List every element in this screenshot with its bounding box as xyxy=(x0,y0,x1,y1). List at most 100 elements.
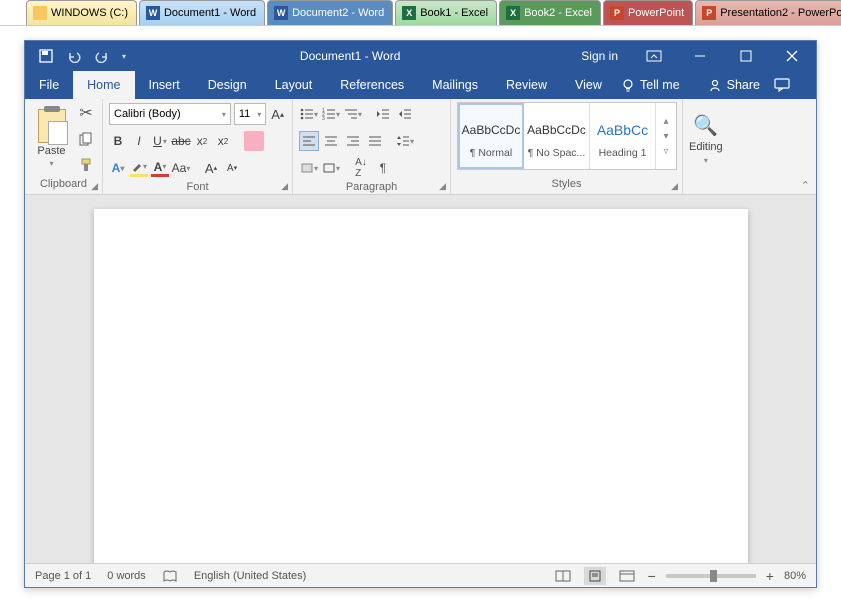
cut-button[interactable]: ✂ xyxy=(76,103,96,123)
sign-in-button[interactable]: Sign in xyxy=(569,49,630,63)
tab-book2[interactable]: XBook2 - Excel xyxy=(499,0,601,25)
editing-button[interactable]: 🔍 Editing ▾ xyxy=(689,102,723,175)
align-center-button[interactable] xyxy=(321,131,341,151)
zoom-in-button[interactable]: + xyxy=(766,568,774,584)
styles-scroll-up[interactable]: ▴ xyxy=(663,114,668,129)
print-layout-button[interactable] xyxy=(584,567,606,585)
redo-button[interactable] xyxy=(89,44,115,68)
powerpoint-icon: P xyxy=(702,6,716,20)
tab-presentation2[interactable]: PPresentation2 - PowerPoint xyxy=(695,0,841,25)
align-right-button[interactable] xyxy=(343,131,363,151)
language-button[interactable]: English (United States) xyxy=(194,570,307,582)
change-case-button[interactable]: Aa▾ xyxy=(172,159,190,177)
tab-explorer[interactable]: WINDOWS (C:) xyxy=(26,0,137,25)
font-size-dropdown[interactable]: 11▾ xyxy=(234,103,266,125)
tab-design[interactable]: Design xyxy=(194,71,261,99)
multilevel-list-button[interactable]: ▾ xyxy=(343,104,363,124)
zoom-slider-thumb[interactable] xyxy=(710,570,717,582)
line-spacing-button[interactable]: ▾ xyxy=(395,131,415,151)
ribbon-display-button[interactable] xyxy=(632,41,676,71)
tab-references[interactable]: References xyxy=(326,71,418,99)
highlight-button[interactable]: ▾ xyxy=(130,159,148,177)
close-button[interactable] xyxy=(770,41,814,71)
clear-formatting-button[interactable] xyxy=(244,131,264,151)
bold-button[interactable]: B xyxy=(109,132,127,150)
zoom-slider[interactable] xyxy=(666,574,756,578)
quick-access-toolbar: ▾ xyxy=(25,44,131,68)
document-area[interactable] xyxy=(25,195,816,563)
tab-document2[interactable]: WDocument2 - Word xyxy=(267,0,393,25)
zoom-out-button[interactable]: − xyxy=(648,568,656,584)
superscript-button[interactable]: x2 xyxy=(214,132,232,150)
decrease-indent-button[interactable] xyxy=(373,104,393,124)
scissors-icon: ✂ xyxy=(79,103,92,123)
zoom-level[interactable]: 80% xyxy=(784,570,806,582)
shrink-font-button2[interactable]: A▾ xyxy=(223,159,241,177)
word-count[interactable]: 0 words xyxy=(107,570,146,582)
save-button[interactable] xyxy=(33,44,59,68)
tab-file[interactable]: File xyxy=(25,71,73,99)
page-count[interactable]: Page 1 of 1 xyxy=(35,570,91,582)
align-left-button[interactable] xyxy=(299,131,319,151)
borders-button[interactable]: ▾ xyxy=(321,158,341,178)
increase-indent-button[interactable] xyxy=(395,104,415,124)
strikethrough-button[interactable]: abc xyxy=(172,132,190,150)
group-paragraph: ▾ 123▾ ▾ ▾ ▾ ▾ xyxy=(293,99,451,194)
copy-icon xyxy=(79,132,93,146)
underline-button[interactable]: U▾ xyxy=(151,132,169,150)
format-painter-button[interactable] xyxy=(76,155,96,175)
numbering-button[interactable]: 123▾ xyxy=(321,104,341,124)
styles-dialog-launcher[interactable]: ◢ xyxy=(671,181,678,192)
tab-insert[interactable]: Insert xyxy=(135,71,194,99)
bullets-button[interactable]: ▾ xyxy=(299,104,319,124)
undo-button[interactable] xyxy=(61,44,87,68)
tab-review[interactable]: Review xyxy=(492,71,561,99)
tab-view[interactable]: View xyxy=(561,71,616,99)
excel-icon: X xyxy=(402,6,416,20)
clipboard-dialog-launcher[interactable]: ◢ xyxy=(91,181,98,192)
group-editing: 🔍 Editing ▾ xyxy=(683,99,739,194)
title-bar: ▾ Document1 - Word Sign in xyxy=(25,41,816,71)
document-page[interactable] xyxy=(94,209,748,563)
minimize-button[interactable] xyxy=(678,41,722,71)
comments-icon[interactable] xyxy=(774,78,800,92)
tab-book1[interactable]: XBook1 - Excel xyxy=(395,0,497,25)
italic-button[interactable]: I xyxy=(130,132,148,150)
qat-more-button[interactable]: ▾ xyxy=(117,44,131,68)
share-button[interactable]: Share xyxy=(698,78,770,92)
proofing-button[interactable] xyxy=(162,569,178,583)
font-color-button[interactable]: A▾ xyxy=(151,159,169,177)
styles-scroll-down[interactable]: ▾ xyxy=(663,129,668,144)
font-dialog-launcher[interactable]: ◢ xyxy=(281,181,288,192)
font-name-dropdown[interactable]: Calibri (Body)▾ xyxy=(109,103,231,125)
tab-document1[interactable]: WDocument1 - Word xyxy=(139,0,265,25)
style-heading1[interactable]: AaBbCcHeading 1 xyxy=(590,103,656,169)
word-window: ▾ Document1 - Word Sign in File Home Ins… xyxy=(24,40,817,588)
style-no-spacing[interactable]: AaBbCcDc¶ No Spac... xyxy=(524,103,590,169)
web-layout-button[interactable] xyxy=(616,567,638,585)
tab-layout[interactable]: Layout xyxy=(261,71,327,99)
paste-button[interactable]: Paste ▾ xyxy=(31,102,72,175)
tab-powerpoint[interactable]: PPowerPoint xyxy=(603,0,693,25)
copy-button[interactable] xyxy=(76,129,96,149)
styles-expand[interactable]: ▿ xyxy=(663,144,668,159)
word-icon: W xyxy=(274,6,288,20)
tab-mailings[interactable]: Mailings xyxy=(418,71,492,99)
paragraph-dialog-launcher[interactable]: ◢ xyxy=(439,181,446,192)
read-mode-button[interactable] xyxy=(552,567,574,585)
shading-button[interactable]: ▾ xyxy=(299,158,319,178)
sort-button[interactable]: A↓Z xyxy=(351,158,371,178)
collapse-ribbon-button[interactable]: ⌃ xyxy=(801,179,810,192)
subscript-button[interactable]: x2 xyxy=(193,132,211,150)
shrink-font-button[interactable]: A▴ xyxy=(202,159,220,177)
tell-me-button[interactable]: Tell me xyxy=(621,78,680,92)
maximize-button[interactable] xyxy=(724,41,768,71)
tab-home[interactable]: Home xyxy=(73,71,134,99)
justify-button[interactable] xyxy=(365,131,385,151)
grow-font-button[interactable]: A▴ xyxy=(269,105,286,123)
group-font: Calibri (Body)▾ 11▾ A▴ B I U▾ abc x2 x2 … xyxy=(103,99,293,194)
text-effects-button[interactable]: A▾ xyxy=(109,159,127,177)
styles-gallery: AaBbCcDc¶ Normal AaBbCcDc¶ No Spac... Aa… xyxy=(457,102,677,170)
show-paragraph-marks-button[interactable]: ¶ xyxy=(373,158,393,178)
style-normal[interactable]: AaBbCcDc¶ Normal xyxy=(458,103,524,169)
